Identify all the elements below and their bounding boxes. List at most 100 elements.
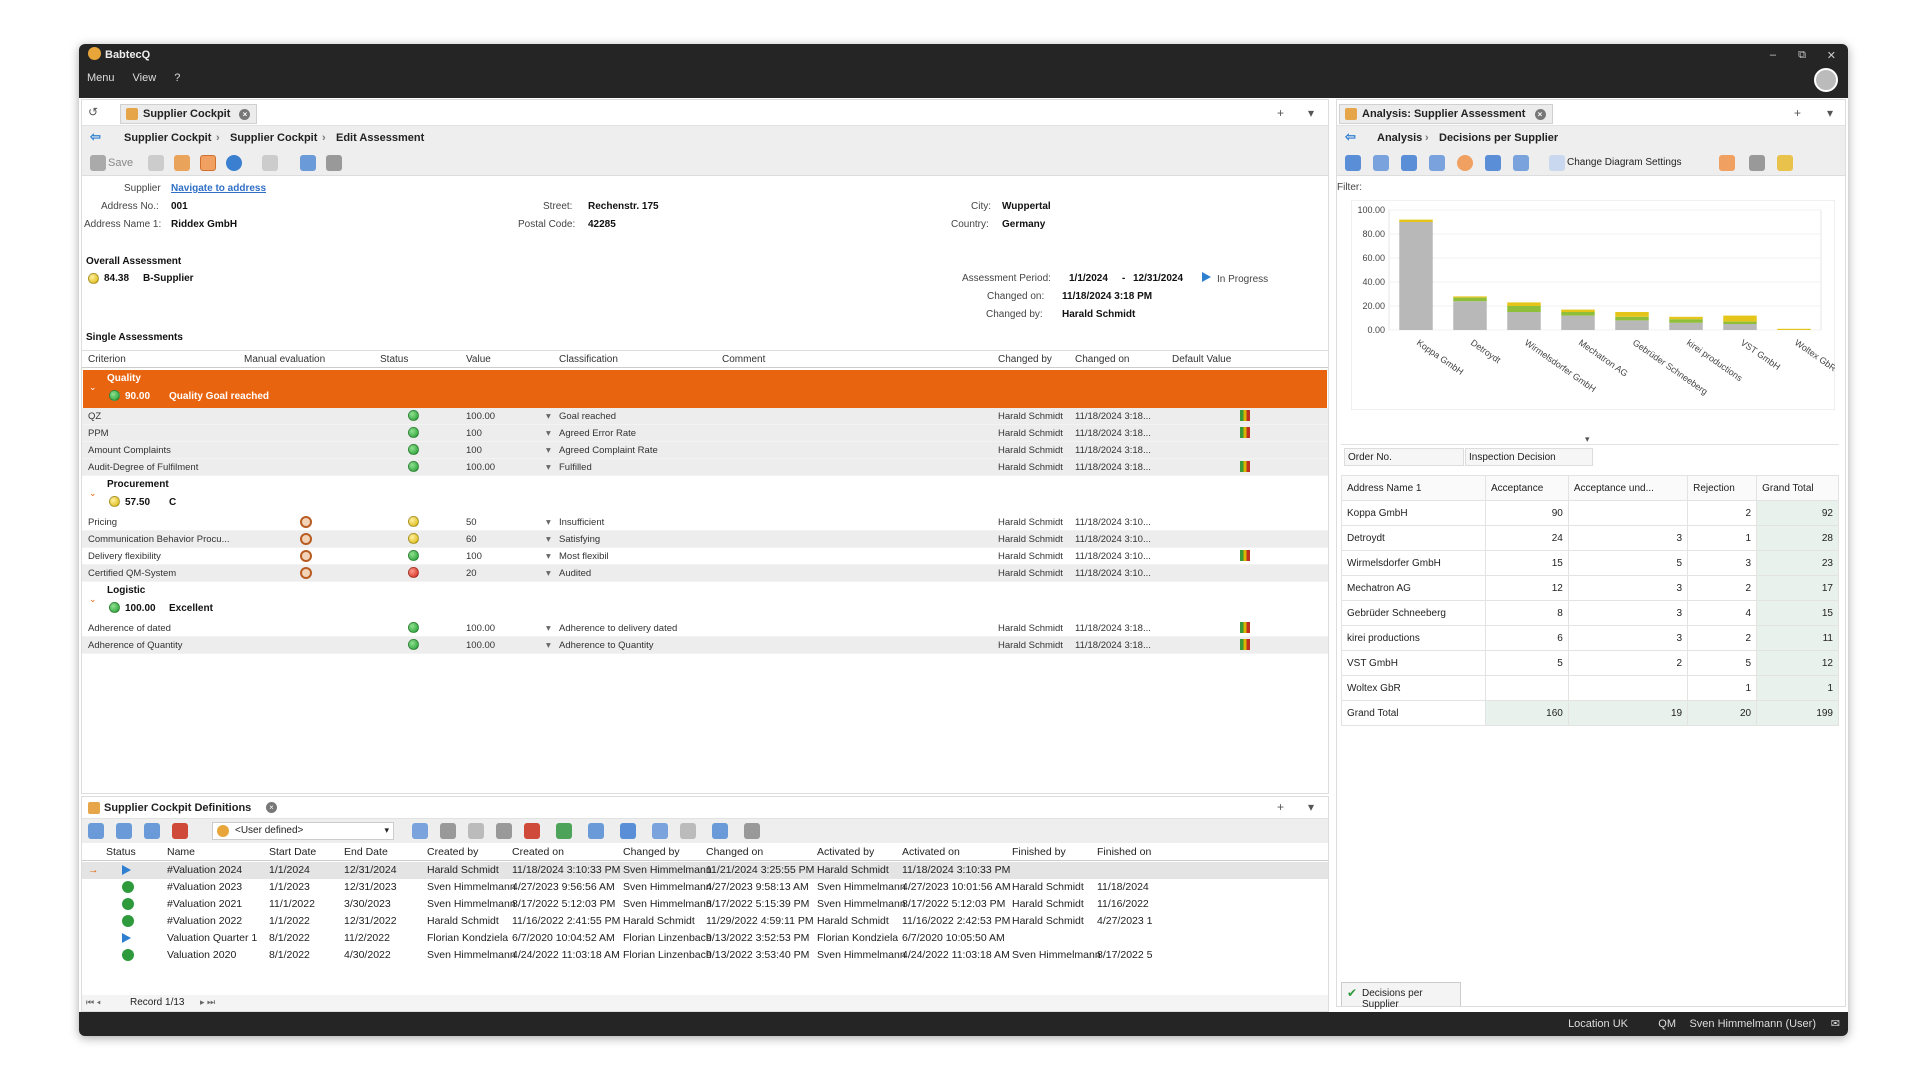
- breadcrumb-item[interactable]: Supplier Cockpit: [230, 132, 317, 144]
- group-header[interactable]: ⌄ Quality 90.00 Quality Goal reached: [83, 370, 1327, 408]
- edit-icon[interactable]: [116, 823, 132, 839]
- undo-icon[interactable]: [148, 155, 164, 171]
- settings-icon[interactable]: [1513, 155, 1529, 171]
- collapse-icon[interactable]: ⌄: [89, 594, 97, 605]
- cockpit-tool-icon[interactable]: [174, 155, 190, 171]
- table-row[interactable]: Communication Behavior Procu... 60 ▾ Satisf…: [82, 531, 1328, 548]
- chart-icon[interactable]: [1345, 155, 1361, 171]
- defs-column-header-cell[interactable]: Activated on: [902, 846, 960, 858]
- mail-icon[interactable]: ✉: [1831, 1017, 1840, 1030]
- export-icon[interactable]: [300, 155, 316, 171]
- filter-icon[interactable]: [1401, 155, 1417, 171]
- default-value-icon[interactable]: [1240, 639, 1250, 650]
- defs-column-header-cell[interactable]: Activated by: [817, 846, 874, 858]
- diagram-icon[interactable]: [1549, 155, 1565, 171]
- highlight-icon[interactable]: [1719, 155, 1735, 171]
- bar-chart-icon[interactable]: [1485, 155, 1501, 171]
- bar-segment[interactable]: [1669, 322, 1703, 330]
- value-cell[interactable]: 20: [466, 568, 477, 579]
- col-value[interactable]: Value: [466, 354, 491, 365]
- defs-column-header-cell[interactable]: Created on: [512, 846, 564, 858]
- pivot-column-header[interactable]: Acceptance und...: [1567, 475, 1689, 501]
- pivot-column-header[interactable]: Acceptance: [1485, 475, 1569, 501]
- close-tab-icon[interactable]: ×: [239, 108, 251, 120]
- chevron-down-icon[interactable]: ▾: [1308, 800, 1314, 814]
- first-record-icon[interactable]: ⏮ ◂: [86, 997, 101, 1008]
- classification-dropdown-icon[interactable]: ▾: [546, 445, 551, 456]
- bar-segment[interactable]: [1399, 219, 1433, 222]
- menu-item-help[interactable]: ?: [174, 72, 180, 84]
- menu-item-view[interactable]: View: [133, 72, 157, 84]
- next-record-icon[interactable]: ▸ ⏭: [200, 997, 215, 1008]
- table-row[interactable]: Amount Complaints 100 ▾ Agreed Complaint Ra…: [82, 442, 1328, 459]
- bar-segment[interactable]: [1561, 315, 1595, 330]
- group-icon[interactable]: [652, 823, 668, 839]
- bar-segment[interactable]: [1777, 328, 1811, 330]
- defs-column-header-cell[interactable]: Created by: [427, 846, 478, 858]
- table-row[interactable]: #Valuation 2022 1/1/2022 12/31/2022 Harald …: [82, 913, 1328, 930]
- table-row[interactable]: Valuation Quarter 1 8/1/2022 11/2/2022 Flor…: [82, 930, 1328, 947]
- group-header[interactable]: ⌄ Logistic 100.00 Excellent: [83, 582, 1327, 620]
- default-value-icon[interactable]: [1240, 410, 1250, 421]
- pie-icon[interactable]: [1457, 155, 1473, 171]
- print-icon[interactable]: [1749, 155, 1765, 171]
- add-tab-icon[interactable]: +: [1277, 106, 1284, 120]
- classification-dropdown-icon[interactable]: ▾: [546, 623, 551, 634]
- value-cell[interactable]: 100: [466, 428, 482, 439]
- defs-tab-label[interactable]: Supplier Cockpit Definitions: [104, 802, 251, 814]
- classification-dropdown-icon[interactable]: ▾: [546, 551, 551, 562]
- ungroup-icon[interactable]: [680, 823, 696, 839]
- value-cell[interactable]: 100.00: [466, 462, 495, 473]
- layout-icon[interactable]: [200, 155, 216, 171]
- chevron-down-icon[interactable]: ▾: [1827, 106, 1833, 120]
- new-icon[interactable]: [88, 823, 104, 839]
- copy-icon[interactable]: [144, 823, 160, 839]
- bar-segment[interactable]: [1507, 312, 1541, 330]
- manual-evaluation-icon[interactable]: [300, 567, 312, 579]
- manual-evaluation-icon[interactable]: [300, 533, 312, 545]
- nav-back-icon[interactable]: ⇦: [90, 129, 101, 145]
- classification-dropdown-icon[interactable]: ▾: [546, 428, 551, 439]
- add-tab-icon[interactable]: +: [1277, 800, 1284, 814]
- defs-column-header-cell[interactable]: End Date: [344, 846, 388, 858]
- table-row[interactable]: Certified QM-System 20 ▾ Audited Harald Schm…: [82, 565, 1328, 582]
- filter-icon[interactable]: [440, 823, 456, 839]
- bar-segment[interactable]: [1723, 315, 1757, 322]
- delete-icon[interactable]: [172, 823, 188, 839]
- bar-segment[interactable]: [1669, 319, 1703, 323]
- collapse-icon[interactable]: ⌄: [89, 488, 97, 499]
- classification-dropdown-icon[interactable]: ▾: [546, 517, 551, 528]
- bar-segment[interactable]: [1453, 296, 1487, 298]
- table-icon[interactable]: [1373, 155, 1389, 171]
- search-icon[interactable]: [496, 823, 512, 839]
- bar-segment[interactable]: [1453, 301, 1487, 330]
- value-cell[interactable]: 100: [466, 551, 482, 562]
- navigate-address-link[interactable]: Navigate to address: [171, 183, 266, 194]
- value-cell[interactable]: 50: [466, 517, 477, 528]
- menu-item-menu[interactable]: Menu: [87, 72, 115, 84]
- calendar-icon[interactable]: [1429, 155, 1445, 171]
- col-default-value[interactable]: Default Value: [1172, 354, 1231, 365]
- table-row[interactable]: Valuation 2020 8/1/2022 4/30/2022 Sven Himm…: [82, 947, 1328, 964]
- classification-dropdown-icon[interactable]: ▾: [546, 640, 551, 651]
- restore-button[interactable]: ⧉: [1798, 49, 1806, 62]
- refresh-icon[interactable]: [262, 155, 278, 171]
- print-icon[interactable]: [744, 823, 760, 839]
- collapse-icon[interactable]: ⌄: [89, 382, 97, 393]
- table-row[interactable]: QZ 100.00 ▾ Goal reached Harald Schmidt 11/18…: [82, 408, 1328, 425]
- defs-column-header-cell[interactable]: Name: [167, 846, 195, 858]
- table-row[interactable]: #Valuation 2023 1/1/2023 12/31/2023 Sven Hi…: [82, 879, 1328, 896]
- bar-segment[interactable]: [1669, 316, 1703, 320]
- col-status[interactable]: Status: [380, 354, 408, 365]
- defs-column-header-cell[interactable]: Status: [106, 846, 136, 858]
- back-icon[interactable]: ↺: [88, 105, 98, 119]
- close-tab-icon[interactable]: ×: [266, 802, 277, 813]
- default-value-icon[interactable]: [1240, 427, 1250, 438]
- bar-segment[interactable]: [1453, 297, 1487, 302]
- table-row[interactable]: Audit-Degree of Fulfilment 100.00 ▾ Fulfill…: [82, 459, 1328, 476]
- print-icon[interactable]: [326, 155, 342, 171]
- table-row[interactable]: Pricing 50 ▾ Insufficient Harald Schmidt 11/1…: [82, 514, 1328, 531]
- col-comment[interactable]: Comment: [722, 354, 765, 365]
- col-classification[interactable]: Classification: [559, 354, 618, 365]
- bar-segment[interactable]: [1561, 309, 1595, 312]
